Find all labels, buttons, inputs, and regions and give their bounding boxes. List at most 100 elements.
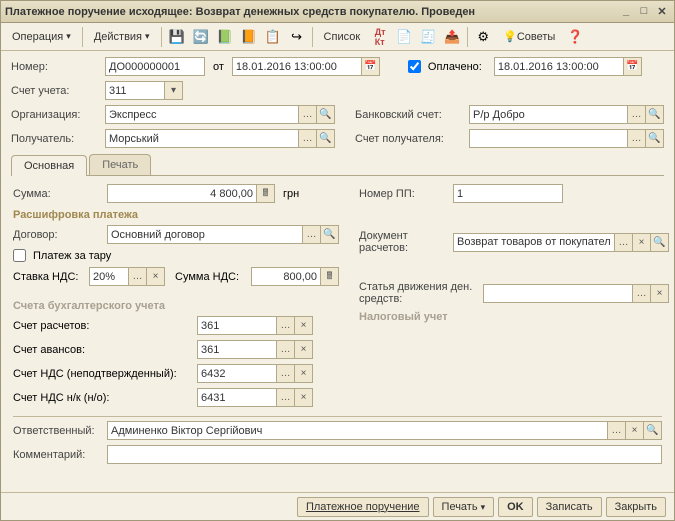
help-icon[interactable]: ❓	[564, 26, 586, 48]
unpost-icon[interactable]: 📙	[238, 26, 260, 48]
vatrate-label: Ставка НДС:	[13, 271, 85, 283]
dropdown-icon[interactable]: ▾	[165, 81, 183, 100]
select-icon[interactable]: …	[303, 225, 321, 244]
search-icon[interactable]: 🔍	[317, 105, 335, 124]
pp-label: Номер ПП:	[359, 188, 449, 200]
separator	[312, 27, 313, 47]
clear-icon[interactable]: ×	[295, 364, 313, 383]
settings-icon[interactable]: ⚙	[472, 26, 494, 48]
a3-label: Счет НДС (неподтвержденный):	[13, 368, 193, 380]
number-input[interactable]	[105, 57, 205, 76]
tree-icon[interactable]: 🧾	[417, 26, 439, 48]
recvacct-input[interactable]	[469, 129, 628, 148]
actions-menu[interactable]: Действия	[87, 26, 157, 48]
calc-icon[interactable]: 🖩	[257, 184, 275, 203]
maximize-button[interactable]: □	[636, 5, 652, 19]
select-icon[interactable]: …	[277, 364, 295, 383]
clear-icon[interactable]: ×	[295, 316, 313, 335]
select-icon[interactable]: …	[129, 267, 147, 286]
a1-input[interactable]	[197, 316, 277, 335]
structure-icon[interactable]: ↪	[286, 26, 308, 48]
form-body: Номер: от 📅 Оплачено: 📅 Счет учета: ▾ Ор…	[1, 51, 674, 483]
select-icon[interactable]: …	[277, 340, 295, 359]
list-button[interactable]: Список	[317, 26, 368, 48]
minimize-button[interactable]: _	[618, 5, 634, 19]
paid-date-input[interactable]	[494, 57, 624, 76]
print-button[interactable]: Печать	[433, 497, 495, 517]
select-icon[interactable]: …	[277, 388, 295, 407]
operation-menu[interactable]: Операция	[5, 26, 78, 48]
calendar-icon[interactable]: 📅	[362, 57, 380, 76]
paid-checkbox[interactable]	[408, 60, 421, 73]
clear-icon[interactable]: ×	[626, 421, 644, 440]
basedon-icon[interactable]: 📋	[262, 26, 284, 48]
tax-header: Налоговый учет	[359, 311, 669, 323]
search-icon[interactable]: 🔍	[317, 129, 335, 148]
decode-header: Расшифровка платежа	[13, 209, 339, 221]
a3-input[interactable]	[197, 364, 277, 383]
tab-content: Сумма: 🖩 грн Расшифровка платежа Договор…	[11, 176, 664, 477]
select-icon[interactable]: …	[299, 129, 317, 148]
search-icon[interactable]: 🔍	[321, 225, 339, 244]
a4-label: Счет НДС н/к (н/о):	[13, 392, 193, 404]
dtct-icon[interactable]: ДтКт	[369, 26, 391, 48]
clear-icon[interactable]: ×	[633, 233, 651, 252]
close-button[interactable]: ✕	[654, 5, 670, 19]
select-icon[interactable]: …	[633, 284, 651, 303]
tab-print[interactable]: Печать	[89, 154, 151, 175]
select-icon[interactable]: …	[628, 105, 646, 124]
refresh-icon[interactable]: 🔄	[190, 26, 212, 48]
search-icon[interactable]: 🔍	[646, 105, 664, 124]
org-input[interactable]	[105, 105, 299, 124]
search-icon[interactable]: 🔍	[644, 421, 662, 440]
a2-label: Счет авансов:	[13, 344, 193, 356]
tips-button[interactable]: 💡 Советы	[496, 26, 562, 48]
resp-input[interactable]	[107, 421, 608, 440]
docpay-input[interactable]	[453, 233, 615, 252]
cashflow-input[interactable]	[483, 284, 633, 303]
a4-input[interactable]	[197, 388, 277, 407]
select-icon[interactable]: …	[299, 105, 317, 124]
tare-checkbox[interactable]	[13, 249, 26, 262]
select-icon[interactable]: …	[628, 129, 646, 148]
export-icon[interactable]: 📤	[441, 26, 463, 48]
search-icon[interactable]: 🔍	[646, 129, 664, 148]
bank-input[interactable]	[469, 105, 628, 124]
save-button[interactable]: Записать	[537, 497, 602, 517]
bank-label: Банковский счет:	[355, 109, 465, 121]
clear-icon[interactable]: ×	[147, 267, 165, 286]
divider	[13, 416, 662, 417]
comment-input[interactable]	[107, 445, 662, 464]
vatsum-input[interactable]	[251, 267, 321, 286]
a2-input[interactable]	[197, 340, 277, 359]
clear-icon[interactable]: ×	[295, 340, 313, 359]
ok-button[interactable]: OK	[498, 497, 533, 517]
toolbar: Операция Действия 💾 🔄 📗 📙 📋 ↪ Список ДтК…	[1, 23, 674, 51]
post-icon[interactable]: 📗	[214, 26, 236, 48]
tips-label: Советы	[517, 31, 555, 43]
titlebar: Платежное поручение исходящее: Возврат д…	[1, 1, 674, 23]
cashflow-label: Статья движения ден. средств:	[359, 281, 479, 305]
pp-input[interactable]	[453, 184, 563, 203]
sum-input[interactable]	[107, 184, 257, 203]
clear-icon[interactable]: ×	[651, 284, 669, 303]
resp-label: Ответственный:	[13, 425, 103, 437]
save-icon[interactable]: 💾	[166, 26, 188, 48]
account-input[interactable]	[105, 81, 165, 100]
select-icon[interactable]: …	[277, 316, 295, 335]
calc-icon[interactable]: 🖩	[321, 267, 339, 286]
report-icon[interactable]: 📄	[393, 26, 415, 48]
select-icon[interactable]: …	[615, 233, 633, 252]
date-input[interactable]	[232, 57, 362, 76]
clear-icon[interactable]: ×	[295, 388, 313, 407]
vatrate-input[interactable]	[89, 267, 129, 286]
tab-main[interactable]: Основная	[11, 155, 87, 176]
receiver-input[interactable]	[105, 129, 299, 148]
contract-label: Договор:	[13, 229, 103, 241]
payment-order-button[interactable]: Платежное поручение	[297, 497, 429, 517]
close-form-button[interactable]: Закрыть	[606, 497, 666, 517]
select-icon[interactable]: …	[608, 421, 626, 440]
contract-input[interactable]	[107, 225, 303, 244]
calendar-icon[interactable]: 📅	[624, 57, 642, 76]
search-icon[interactable]: 🔍	[651, 233, 669, 252]
